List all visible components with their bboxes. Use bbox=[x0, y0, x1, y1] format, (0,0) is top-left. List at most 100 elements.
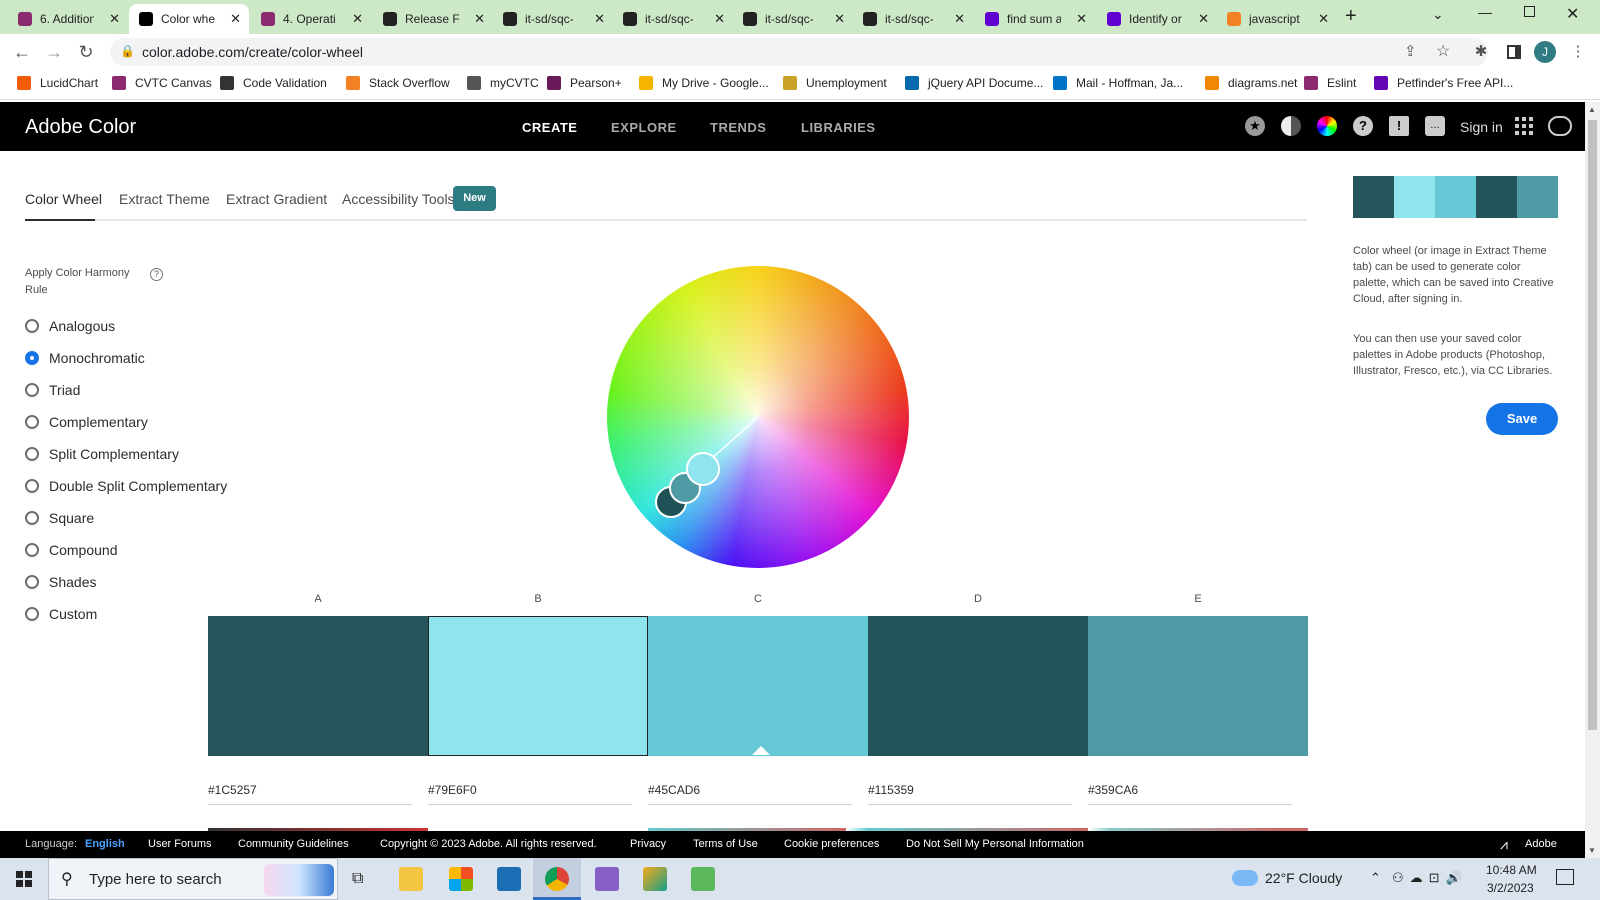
color-swatch[interactable] bbox=[648, 616, 868, 756]
color-swatch[interactable] bbox=[208, 616, 428, 756]
chat-icon[interactable]: … bbox=[1425, 116, 1445, 136]
tab-search-icon[interactable]: ⌄ bbox=[1432, 6, 1444, 23]
color-wheel[interactable] bbox=[607, 266, 909, 568]
radio-button[interactable] bbox=[25, 607, 39, 621]
browser-tab[interactable]: Identify or ✕ bbox=[1097, 4, 1217, 34]
reload-icon[interactable]: ↻ bbox=[74, 40, 98, 64]
tab-accessibility-tools[interactable]: Accessibility Tools bbox=[342, 191, 455, 207]
menu-icon[interactable]: ⋮ bbox=[1568, 42, 1588, 62]
tray-chevron-icon[interactable]: ⌃ bbox=[1370, 870, 1381, 886]
sign-in-link[interactable]: Sign in bbox=[1460, 119, 1503, 135]
tab-close-icon[interactable]: ✕ bbox=[109, 11, 120, 27]
tab-close-icon[interactable]: ✕ bbox=[1318, 11, 1329, 27]
weather-text[interactable]: 22°F Cloudy bbox=[1265, 870, 1342, 886]
virtualbox-icon[interactable] bbox=[497, 867, 521, 891]
bookmark-item[interactable]: myCVTC bbox=[467, 76, 539, 90]
harmony-option[interactable]: Double Split Complementary bbox=[25, 478, 227, 494]
browser-tab[interactable]: Color whe ✕ bbox=[129, 4, 249, 34]
share-icon[interactable]: ⇪ bbox=[1404, 42, 1417, 60]
harmony-option[interactable]: Split Complementary bbox=[25, 446, 179, 462]
radio-button[interactable] bbox=[25, 479, 39, 493]
color-swatch[interactable] bbox=[868, 616, 1088, 756]
bookmark-item[interactable]: Code Validation bbox=[220, 76, 327, 90]
browser-tab[interactable]: it-sd/sqc- ✕ bbox=[733, 4, 853, 34]
browser-tab[interactable]: it-sd/sqc- ✕ bbox=[853, 4, 973, 34]
footer-link-privacy[interactable]: Privacy bbox=[630, 838, 666, 850]
tab-close-icon[interactable]: ✕ bbox=[352, 11, 363, 27]
color-swatch[interactable] bbox=[428, 616, 648, 756]
browser-tab[interactable]: 4. Operati ✕ bbox=[251, 4, 371, 34]
tab-extract-theme[interactable]: Extract Theme bbox=[119, 191, 210, 207]
back-icon[interactable]: ← bbox=[10, 40, 34, 64]
bookmark-item[interactable]: CVTC Canvas bbox=[112, 76, 212, 90]
profile-avatar[interactable]: J bbox=[1534, 41, 1556, 63]
language-selector[interactable]: English bbox=[85, 838, 125, 850]
radio-button[interactable] bbox=[25, 319, 39, 333]
footer-link-terms[interactable]: Terms of Use bbox=[693, 838, 758, 850]
radio-button[interactable] bbox=[25, 543, 39, 557]
clock-date[interactable]: 3/2/2023 bbox=[1487, 881, 1534, 895]
alert-icon[interactable]: ! bbox=[1389, 116, 1409, 136]
bookmark-item[interactable]: jQuery API Docume... bbox=[905, 76, 1043, 90]
forward-icon[interactable]: → bbox=[42, 40, 66, 64]
bookmark-item[interactable]: Unemployment bbox=[783, 76, 887, 90]
nav-explore[interactable]: EXPLORE bbox=[611, 120, 677, 135]
tab-color-wheel[interactable]: Color Wheel bbox=[25, 191, 102, 207]
help-icon[interactable]: ? bbox=[1353, 116, 1373, 136]
restore-icon[interactable] bbox=[1524, 6, 1535, 17]
bookmark-item[interactable]: Mail - Hoffman, Ja... bbox=[1053, 76, 1183, 90]
chrome-icon[interactable] bbox=[545, 867, 569, 891]
tab-close-icon[interactable]: ✕ bbox=[954, 11, 965, 27]
bookmark-item[interactable]: LucidChart bbox=[17, 76, 98, 90]
radio-button[interactable] bbox=[25, 415, 39, 429]
page-scrollbar[interactable]: ▲ ▼ bbox=[1585, 102, 1600, 858]
radio-button[interactable] bbox=[25, 447, 39, 461]
taskbar-search-box[interactable]: ⚲ Type here to search bbox=[48, 858, 338, 900]
bookmark-star-icon[interactable]: ☆ bbox=[1436, 41, 1450, 61]
help-icon[interactable]: ? bbox=[150, 268, 163, 281]
hex-input[interactable]: #79E6F0 bbox=[428, 783, 632, 805]
close-window-icon[interactable]: ✕ bbox=[1566, 4, 1579, 24]
hex-input[interactable]: #45CAD6 bbox=[648, 783, 852, 805]
radio-button[interactable] bbox=[25, 511, 39, 525]
notifications-icon[interactable] bbox=[1556, 869, 1574, 885]
bookmark-item[interactable]: Eslint bbox=[1304, 76, 1356, 90]
nav-create[interactable]: CREATE bbox=[522, 120, 577, 135]
tab-close-icon[interactable]: ✕ bbox=[834, 11, 845, 27]
footer-link-user-forums[interactable]: User Forums bbox=[148, 838, 212, 850]
star-icon[interactable]: ★ bbox=[1245, 116, 1265, 136]
minimize-icon[interactable]: — bbox=[1478, 4, 1492, 20]
tab-close-icon[interactable]: ✕ bbox=[230, 11, 241, 27]
save-button[interactable]: Save bbox=[1486, 403, 1558, 435]
scrollbar-thumb[interactable] bbox=[1588, 120, 1597, 730]
extensions-icon[interactable]: ✱ bbox=[1471, 42, 1491, 62]
nav-trends[interactable]: TRENDS bbox=[710, 120, 766, 135]
hex-input[interactable]: #1C5257 bbox=[208, 783, 412, 805]
new-tab-button[interactable]: + bbox=[1345, 5, 1357, 28]
visual-studio-icon[interactable] bbox=[595, 867, 619, 891]
harmony-option[interactable]: Analogous bbox=[25, 318, 115, 334]
harmony-option[interactable]: Complementary bbox=[25, 414, 148, 430]
browser-tab[interactable]: find sum a ✕ bbox=[975, 4, 1095, 34]
tab-close-icon[interactable]: ✕ bbox=[714, 11, 725, 27]
browser-tab[interactable]: it-sd/sqc- ✕ bbox=[493, 4, 613, 34]
footer-link-community-guidelines[interactable]: Community Guidelines bbox=[238, 838, 349, 850]
bookmark-item[interactable]: diagrams.net bbox=[1205, 76, 1297, 90]
radio-button[interactable] bbox=[25, 575, 39, 589]
bookmark-item[interactable]: My Drive - Google... bbox=[639, 76, 769, 90]
color-wheel-icon[interactable] bbox=[1317, 116, 1337, 136]
bookmark-item[interactable]: Pearson+ bbox=[547, 76, 622, 90]
notepad-icon[interactable] bbox=[691, 867, 715, 891]
file-explorer-icon[interactable] bbox=[399, 867, 423, 891]
tab-close-icon[interactable]: ✕ bbox=[474, 11, 485, 27]
side-panel-icon[interactable] bbox=[1504, 42, 1524, 62]
contrast-icon[interactable] bbox=[1281, 116, 1301, 136]
bookmark-item[interactable]: Stack Overflow bbox=[346, 76, 450, 90]
footer-link-cookie-preferences[interactable]: Cookie preferences bbox=[784, 838, 879, 850]
browser-tab[interactable]: 6. Addition ✕ bbox=[8, 4, 128, 34]
task-view-icon[interactable]: ⧉ bbox=[352, 870, 363, 888]
nav-libraries[interactable]: LIBRARIES bbox=[801, 120, 876, 135]
harmony-option[interactable]: Triad bbox=[25, 382, 80, 398]
adobe-color-logo[interactable]: Adobe Color bbox=[25, 116, 136, 139]
address-bar[interactable]: 🔒 color.adobe.com/create/color-wheel ⇪ ☆ bbox=[110, 38, 1488, 66]
